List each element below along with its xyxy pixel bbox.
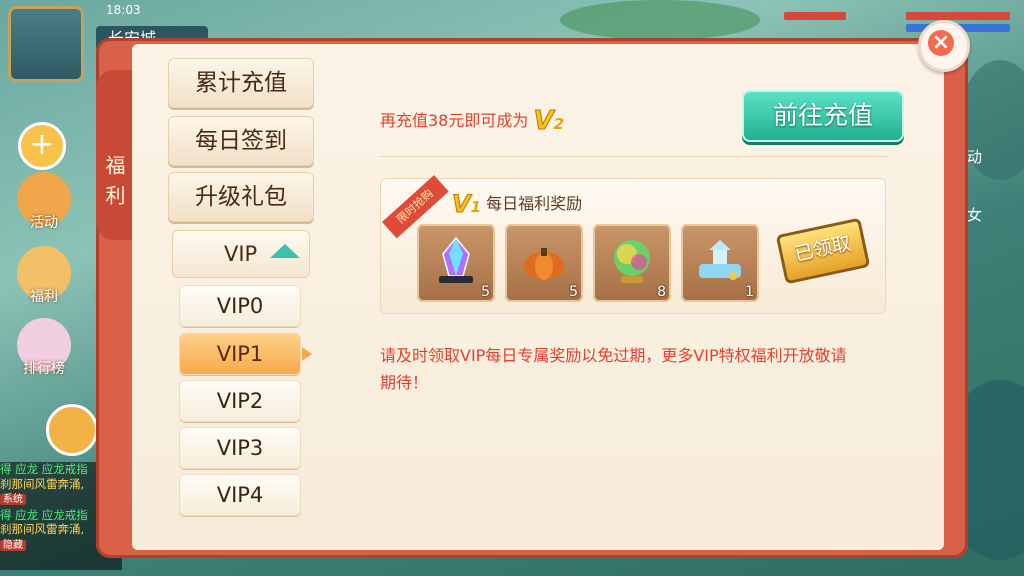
reward-item[interactable]: 8 [593,224,671,302]
player-avatar[interactable] [8,6,84,82]
selection-arrow-icon [302,347,312,361]
palace-scroll-icon [699,240,741,280]
close-icon: × [928,30,954,56]
item-count: 5 [569,284,578,300]
enemy-hp-bar [784,12,846,20]
menu-cumulative-recharge[interactable]: 累计充值 [168,58,314,108]
vip-item-vip1[interactable]: VIP1 [179,333,301,375]
reward-title: V1 每日福利奖励 [452,190,583,219]
go-recharge-button[interactable]: 前往充值 [742,90,904,142]
chat-system-tag: 系统 [0,494,26,505]
reward-title-text: 每日福利奖励 [486,194,583,213]
item-count: 8 [657,284,666,300]
vip-item-vip0[interactable]: VIP0 [179,285,301,327]
reward-item[interactable]: 5 [505,224,583,302]
chat-bubble-icon[interactable] [46,404,98,456]
rainbow-orb-icon [614,240,650,283]
hud-welfare-button[interactable]: 福利 [6,246,82,306]
status-bar: 18:03 [86,0,286,22]
clock: 18:03 [106,3,141,17]
item-count: 5 [481,284,490,300]
chevron-up-icon [270,244,300,258]
hud-activity-button[interactable]: 活动 [6,172,82,232]
vip-item-vip4[interactable]: VIP4 [179,474,301,516]
player-hp-bar [906,12,1010,20]
reward-item[interactable]: 1 [681,224,759,302]
divider [380,156,888,157]
hud-rank-label: 排行榜 [23,361,65,377]
hud-rank-button[interactable]: 排行榜 [6,318,82,378]
menu-level-gift[interactable]: 升级礼包 [168,172,314,222]
item-count: 1 [745,284,754,300]
chat-hide-button[interactable]: 隐藏 [0,539,26,551]
vip-menu-label: VIP [224,242,258,266]
close-button[interactable]: × [918,20,970,72]
vip-item-vip2[interactable]: VIP2 [179,380,301,422]
hud-activity-label: 活动 [30,215,58,231]
welfare-side-tab: 福利 [96,70,132,240]
vip-item-vip3[interactable]: VIP3 [179,427,301,469]
hud-add-button[interactable]: + [18,122,66,170]
menu-daily-checkin[interactable]: 每日签到 [168,116,314,166]
recharge-promo-text: 再充值38元即可成为 V2 [380,106,565,137]
vip1-badge: V1 [452,190,482,219]
reward-item[interactable]: 5 [417,224,495,302]
rainbow-crystal-icon [439,236,473,283]
promo-prefix: 再充值38元即可成为 [380,111,529,130]
hud-welfare-label: 福利 [30,289,58,305]
vip-notice-text: 请及时领取VIP每日专属奖励以免过期，更多VIP特权福利开放敬请期待！ [380,346,847,392]
vip-menu-header[interactable]: VIP [172,230,310,278]
vip2-badge: V2 [533,106,565,137]
pumpkin-icon [524,248,564,280]
